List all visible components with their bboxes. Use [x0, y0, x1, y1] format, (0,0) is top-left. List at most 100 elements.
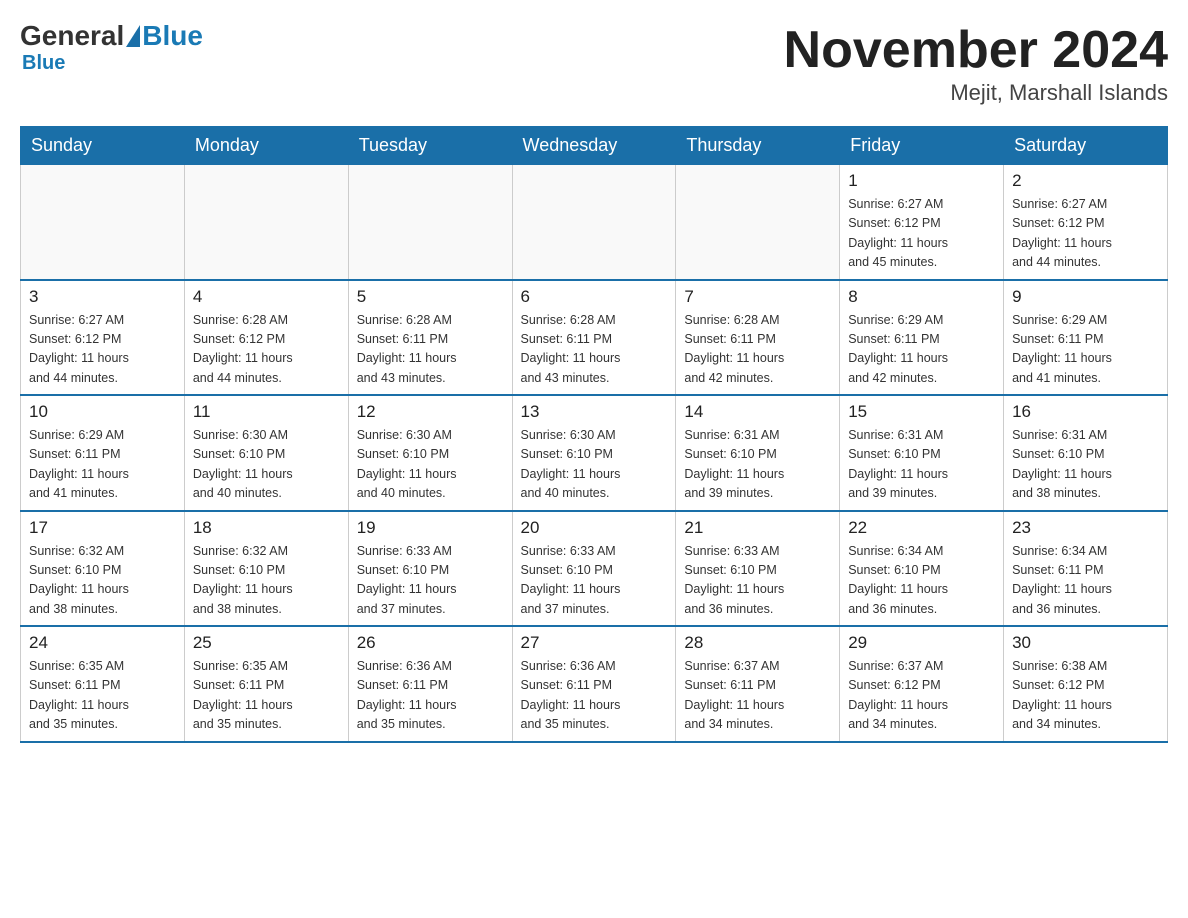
day-info: Sunrise: 6:30 AMSunset: 6:10 PMDaylight:…	[357, 426, 504, 504]
day-number: 1	[848, 171, 995, 191]
calendar-header-row: SundayMondayTuesdayWednesdayThursdayFrid…	[21, 127, 1168, 165]
day-info: Sunrise: 6:29 AMSunset: 6:11 PMDaylight:…	[848, 311, 995, 389]
day-number: 12	[357, 402, 504, 422]
day-info: Sunrise: 6:31 AMSunset: 6:10 PMDaylight:…	[684, 426, 831, 504]
day-info: Sunrise: 6:28 AMSunset: 6:11 PMDaylight:…	[684, 311, 831, 389]
day-number: 24	[29, 633, 176, 653]
day-info: Sunrise: 6:27 AMSunset: 6:12 PMDaylight:…	[1012, 195, 1159, 273]
day-info: Sunrise: 6:28 AMSunset: 6:12 PMDaylight:…	[193, 311, 340, 389]
calendar-cell: 21 Sunrise: 6:33 AMSunset: 6:10 PMDayligh…	[676, 511, 840, 627]
calendar-cell: 11 Sunrise: 6:30 AMSunset: 6:10 PMDayligh…	[184, 395, 348, 511]
day-info: Sunrise: 6:33 AMSunset: 6:10 PMDaylight:…	[521, 542, 668, 620]
day-number: 25	[193, 633, 340, 653]
calendar-cell: 23 Sunrise: 6:34 AMSunset: 6:11 PMDayligh…	[1004, 511, 1168, 627]
calendar-cell: 16 Sunrise: 6:31 AMSunset: 6:10 PMDayligh…	[1004, 395, 1168, 511]
calendar-week-4: 17 Sunrise: 6:32 AMSunset: 6:10 PMDayligh…	[21, 511, 1168, 627]
day-number: 30	[1012, 633, 1159, 653]
day-info: Sunrise: 6:33 AMSunset: 6:10 PMDaylight:…	[684, 542, 831, 620]
calendar-cell: 26Sunrise: 6:36 AMSunset: 6:11 PMDayligh…	[348, 626, 512, 742]
calendar-cell: 18 Sunrise: 6:32 AMSunset: 6:10 PMDayligh…	[184, 511, 348, 627]
day-number: 22	[848, 518, 995, 538]
day-number: 5	[357, 287, 504, 307]
weekday-header-monday: Monday	[184, 127, 348, 165]
day-number: 11	[193, 402, 340, 422]
day-info: Sunrise: 6:29 AMSunset: 6:11 PMDaylight:…	[29, 426, 176, 504]
day-number: 14	[684, 402, 831, 422]
day-info: Sunrise: 6:29 AMSunset: 6:11 PMDaylight:…	[1012, 311, 1159, 389]
day-number: 9	[1012, 287, 1159, 307]
day-number: 15	[848, 402, 995, 422]
day-number: 10	[29, 402, 176, 422]
calendar-cell	[676, 165, 840, 280]
calendar-cell: 4 Sunrise: 6:28 AMSunset: 6:12 PMDaylight…	[184, 280, 348, 396]
calendar-cell: 6 Sunrise: 6:28 AMSunset: 6:11 PMDaylight…	[512, 280, 676, 396]
calendar-cell: 22 Sunrise: 6:34 AMSunset: 6:10 PMDayligh…	[840, 511, 1004, 627]
weekday-header-wednesday: Wednesday	[512, 127, 676, 165]
day-info: Sunrise: 6:34 AMSunset: 6:11 PMDaylight:…	[1012, 542, 1159, 620]
weekday-header-sunday: Sunday	[21, 127, 185, 165]
day-info: Sunrise: 6:28 AMSunset: 6:11 PMDaylight:…	[521, 311, 668, 389]
calendar-cell: 1 Sunrise: 6:27 AMSunset: 6:12 PMDaylight…	[840, 165, 1004, 280]
calendar-cell: 5 Sunrise: 6:28 AMSunset: 6:11 PMDaylight…	[348, 280, 512, 396]
day-info: Sunrise: 6:38 AMSunset: 6:12 PMDaylight:…	[1012, 657, 1159, 735]
day-number: 19	[357, 518, 504, 538]
day-info: Sunrise: 6:28 AMSunset: 6:11 PMDaylight:…	[357, 311, 504, 389]
calendar-cell: 10 Sunrise: 6:29 AMSunset: 6:11 PMDayligh…	[21, 395, 185, 511]
day-info: Sunrise: 6:36 AMSunset: 6:11 PMDaylight:…	[357, 657, 504, 735]
calendar-cell: 9 Sunrise: 6:29 AMSunset: 6:11 PMDaylight…	[1004, 280, 1168, 396]
calendar-cell: 27 Sunrise: 6:36 AMSunset: 6:11 PMDayligh…	[512, 626, 676, 742]
calendar-cell: 24 Sunrise: 6:35 AMSunset: 6:11 PMDayligh…	[21, 626, 185, 742]
weekday-header-friday: Friday	[840, 127, 1004, 165]
day-number: 6	[521, 287, 668, 307]
calendar-cell: 29Sunrise: 6:37 AMSunset: 6:12 PMDayligh…	[840, 626, 1004, 742]
day-number: 18	[193, 518, 340, 538]
calendar-cell: 8 Sunrise: 6:29 AMSunset: 6:11 PMDaylight…	[840, 280, 1004, 396]
day-info: Sunrise: 6:35 AMSunset: 6:11 PMDaylight:…	[193, 657, 340, 735]
day-info: Sunrise: 6:32 AMSunset: 6:10 PMDaylight:…	[193, 542, 340, 620]
location: Mejit, Marshall Islands	[784, 80, 1168, 106]
day-info: Sunrise: 6:32 AMSunset: 6:10 PMDaylight:…	[29, 542, 176, 620]
month-title: November 2024	[784, 20, 1168, 80]
day-info: Sunrise: 6:30 AMSunset: 6:10 PMDaylight:…	[193, 426, 340, 504]
day-info: Sunrise: 6:35 AMSunset: 6:11 PMDaylight:…	[29, 657, 176, 735]
day-info: Sunrise: 6:36 AMSunset: 6:11 PMDaylight:…	[521, 657, 668, 735]
day-number: 8	[848, 287, 995, 307]
day-info: Sunrise: 6:31 AMSunset: 6:10 PMDaylight:…	[848, 426, 995, 504]
day-number: 27	[521, 633, 668, 653]
calendar-week-3: 10 Sunrise: 6:29 AMSunset: 6:11 PMDayligh…	[21, 395, 1168, 511]
day-info: Sunrise: 6:31 AMSunset: 6:10 PMDaylight:…	[1012, 426, 1159, 504]
calendar-week-5: 24 Sunrise: 6:35 AMSunset: 6:11 PMDayligh…	[21, 626, 1168, 742]
calendar-cell	[348, 165, 512, 280]
calendar-cell: 13Sunrise: 6:30 AMSunset: 6:10 PMDayligh…	[512, 395, 676, 511]
day-number: 7	[684, 287, 831, 307]
logo: General Blue Blue	[20, 20, 203, 75]
page-header: General Blue Blue November 2024 Mejit, M…	[20, 20, 1168, 106]
calendar-cell	[184, 165, 348, 280]
logo-subtitle: Blue	[20, 52, 65, 75]
calendar-cell	[512, 165, 676, 280]
day-number: 21	[684, 518, 831, 538]
day-info: Sunrise: 6:33 AMSunset: 6:10 PMDaylight:…	[357, 542, 504, 620]
logo-triangle-icon	[126, 25, 140, 47]
calendar-week-1: 1 Sunrise: 6:27 AMSunset: 6:12 PMDaylight…	[21, 165, 1168, 280]
calendar-cell: 7 Sunrise: 6:28 AMSunset: 6:11 PMDaylight…	[676, 280, 840, 396]
calendar-cell: 20 Sunrise: 6:33 AMSunset: 6:10 PMDayligh…	[512, 511, 676, 627]
day-number: 28	[684, 633, 831, 653]
day-number: 17	[29, 518, 176, 538]
day-number: 23	[1012, 518, 1159, 538]
calendar-table: SundayMondayTuesdayWednesdayThursdayFrid…	[20, 126, 1168, 743]
day-info: Sunrise: 6:37 AMSunset: 6:12 PMDaylight:…	[848, 657, 995, 735]
day-info: Sunrise: 6:34 AMSunset: 6:10 PMDaylight:…	[848, 542, 995, 620]
calendar-cell: 28Sunrise: 6:37 AMSunset: 6:11 PMDayligh…	[676, 626, 840, 742]
weekday-header-thursday: Thursday	[676, 127, 840, 165]
calendar-cell: 12 Sunrise: 6:30 AMSunset: 6:10 PMDayligh…	[348, 395, 512, 511]
day-info: Sunrise: 6:27 AMSunset: 6:12 PMDaylight:…	[848, 195, 995, 273]
day-number: 16	[1012, 402, 1159, 422]
calendar-cell: 14 Sunrise: 6:31 AMSunset: 6:10 PMDayligh…	[676, 395, 840, 511]
day-number: 4	[193, 287, 340, 307]
calendar-cell: 25 Sunrise: 6:35 AMSunset: 6:11 PMDayligh…	[184, 626, 348, 742]
day-number: 20	[521, 518, 668, 538]
day-number: 2	[1012, 171, 1159, 191]
day-info: Sunrise: 6:27 AMSunset: 6:12 PMDaylight:…	[29, 311, 176, 389]
weekday-header-saturday: Saturday	[1004, 127, 1168, 165]
